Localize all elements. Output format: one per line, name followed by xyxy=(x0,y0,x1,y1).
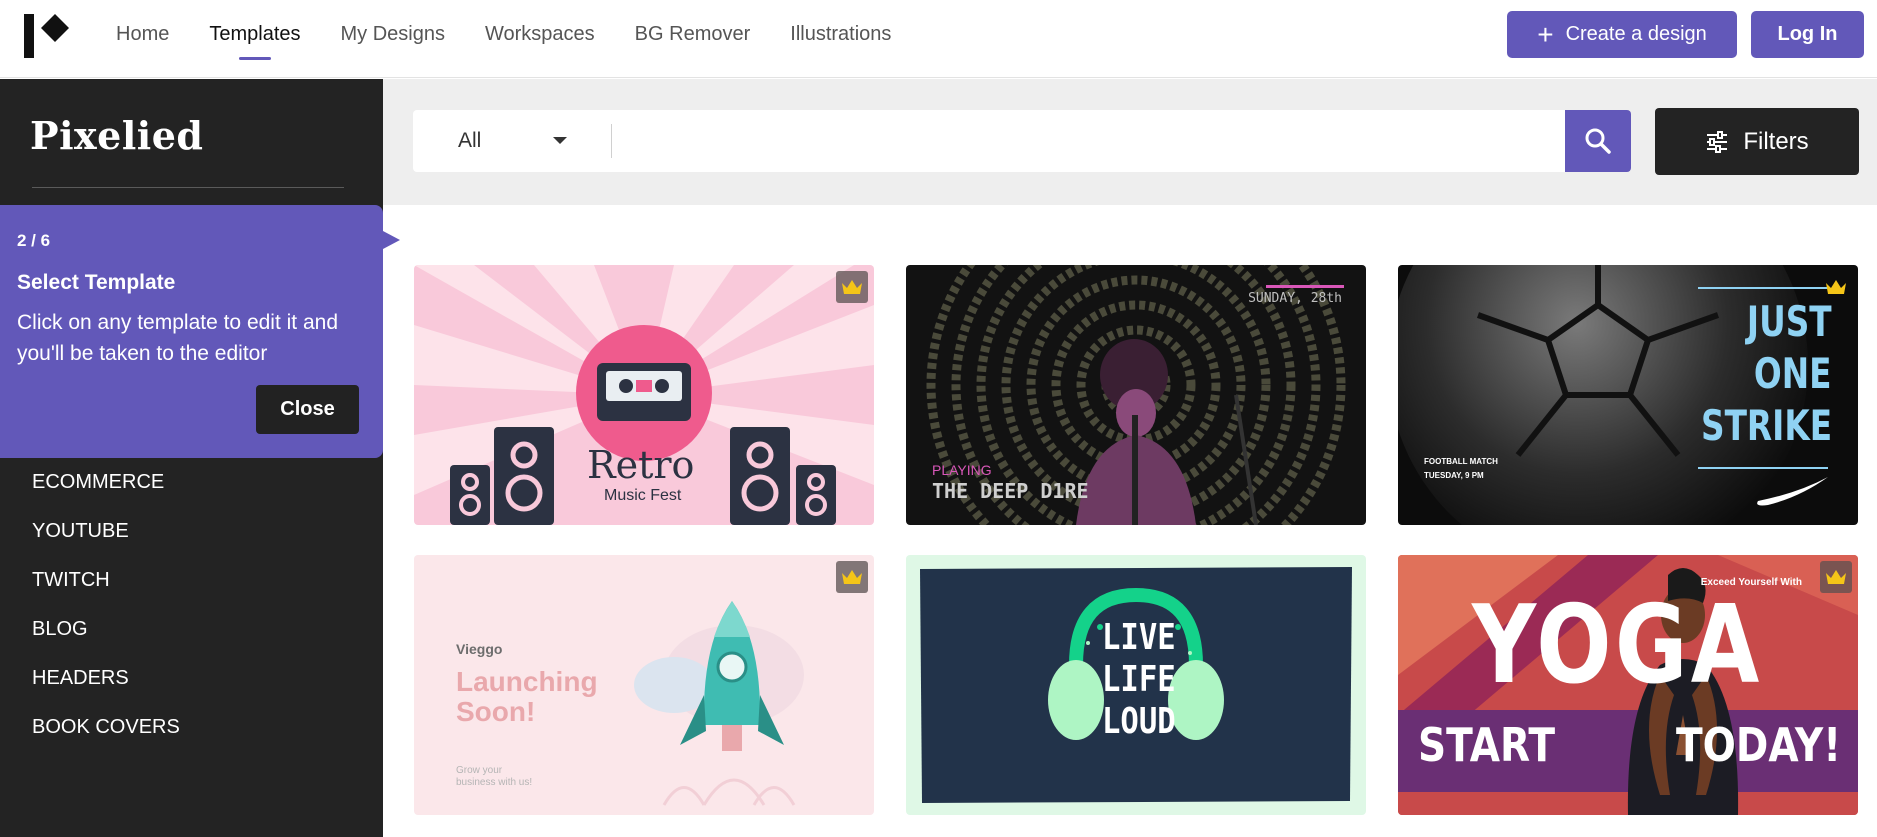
main-nav: Home Templates My Designs Workspaces BG … xyxy=(116,0,931,78)
tour-close-button[interactable]: Close xyxy=(256,385,359,434)
nav-home[interactable]: Home xyxy=(116,0,169,78)
nav-bg-remover[interactable]: BG Remover xyxy=(635,0,751,78)
template-title-line-3: LOUD xyxy=(1102,701,1176,742)
template-playing-label: PLAYING xyxy=(932,462,992,478)
tour-title: Select Template xyxy=(17,271,176,294)
sidebar-item-headers[interactable]: HEADERS xyxy=(32,666,180,715)
category-list: ECOMMERCE YOUTUBE TWITCH BLOG HEADERS BO… xyxy=(32,470,180,764)
filters-button[interactable]: Filters xyxy=(1655,108,1859,175)
sidebar-item-book-covers[interactable]: BOOK COVERS xyxy=(32,715,180,764)
sidebar-brand: Pixelied xyxy=(30,113,204,158)
search-button[interactable] xyxy=(1565,110,1631,172)
search-icon xyxy=(1585,128,1611,154)
template-today-text: TODAY! xyxy=(1676,718,1842,772)
template-title-line-2: ONE xyxy=(1754,349,1832,398)
search-divider xyxy=(611,124,612,158)
template-subtitle-line-2: business with us! xyxy=(456,777,533,788)
template-event-time: TUESDAY, 9 PM xyxy=(1424,471,1484,480)
onboarding-tooltip: 2 / 6 Select Template Click on any templ… xyxy=(0,205,400,458)
template-card-live-life-loud[interactable]: LIVE LIFE LOUD xyxy=(906,555,1366,815)
template-card-one-strike[interactable]: JUST ONE STRIKE FOOTBALL MATCH TUESDAY, … xyxy=(1398,265,1858,525)
nav-workspaces[interactable]: Workspaces xyxy=(485,0,595,78)
template-subtitle: Grow your business with us! xyxy=(456,765,532,789)
template-title-line-1: Launching xyxy=(456,666,598,697)
template-subtitle: Music Fest xyxy=(604,487,682,504)
premium-crown-icon xyxy=(1820,561,1852,593)
tour-body: Click on any template to edit it and you… xyxy=(17,311,339,365)
sliders-icon xyxy=(1707,130,1728,153)
create-design-label: Create a design xyxy=(1565,23,1707,45)
tour-step-counter: 2 / 6 xyxy=(17,231,51,250)
premium-crown-icon xyxy=(1820,271,1852,303)
nav-my-designs[interactable]: My Designs xyxy=(341,0,445,78)
template-title: Launching Soon! xyxy=(456,667,598,727)
search-box: All xyxy=(413,110,1631,172)
category-select[interactable]: All xyxy=(458,110,481,172)
template-title-line-3: STRIKE xyxy=(1700,401,1832,450)
template-start-text: START xyxy=(1418,718,1556,772)
template-title-line-2: LIFE xyxy=(1102,659,1176,700)
filters-label: Filters xyxy=(1743,127,1809,155)
template-title: YOGA xyxy=(1472,583,1763,708)
template-event-label: FOOTBALL MATCH xyxy=(1424,457,1498,466)
template-title: THE DEEP D1RE xyxy=(932,479,1089,503)
template-card-yoga[interactable]: Exceed Yourself With YOGA START TODAY! xyxy=(1398,555,1858,815)
template-title-line-2: Soon! xyxy=(456,696,536,727)
template-card-launching-soon[interactable]: Vieggo Launching Soon! Grow your busines… xyxy=(414,555,874,815)
plus-icon: + xyxy=(1537,18,1554,50)
template-card-deep-dire[interactable]: SUNDAY, 28th PLAYING THE DEEP D1RE xyxy=(906,265,1366,525)
sidebar: Pixelied ECOMMERCE YOUTUBE TWITCH BLOG H… xyxy=(0,79,383,837)
create-design-button[interactable]: + Create a design xyxy=(1507,11,1737,58)
search-input[interactable] xyxy=(623,120,1563,162)
login-button[interactable]: Log In xyxy=(1751,11,1864,58)
caret-down-icon[interactable] xyxy=(553,137,567,144)
template-subtitle-line-1: Grow your xyxy=(456,765,503,776)
template-title-line-1: LIVE xyxy=(1102,617,1176,658)
sidebar-item-twitch[interactable]: TWITCH xyxy=(32,568,180,617)
template-brand: Vieggo xyxy=(456,641,503,657)
premium-crown-icon xyxy=(836,271,868,303)
premium-crown-icon xyxy=(836,561,868,593)
sidebar-item-blog[interactable]: BLOG xyxy=(32,617,180,666)
sidebar-item-youtube[interactable]: YOUTUBE xyxy=(32,519,180,568)
pixelied-logo-icon[interactable] xyxy=(24,14,72,58)
nav-illustrations[interactable]: Illustrations xyxy=(790,0,891,78)
sidebar-divider xyxy=(32,187,344,188)
template-title: Retro xyxy=(587,443,695,487)
template-title-line-1: JUST xyxy=(1747,297,1832,346)
nav-templates[interactable]: Templates xyxy=(209,0,301,78)
template-date: SUNDAY, 28th xyxy=(1248,291,1342,306)
sidebar-item-ecommerce[interactable]: ECOMMERCE xyxy=(32,470,180,519)
template-card-retro[interactable]: Retro Music Fest xyxy=(414,265,874,525)
top-navigation-bar: Home Templates My Designs Workspaces BG … xyxy=(0,0,1877,78)
